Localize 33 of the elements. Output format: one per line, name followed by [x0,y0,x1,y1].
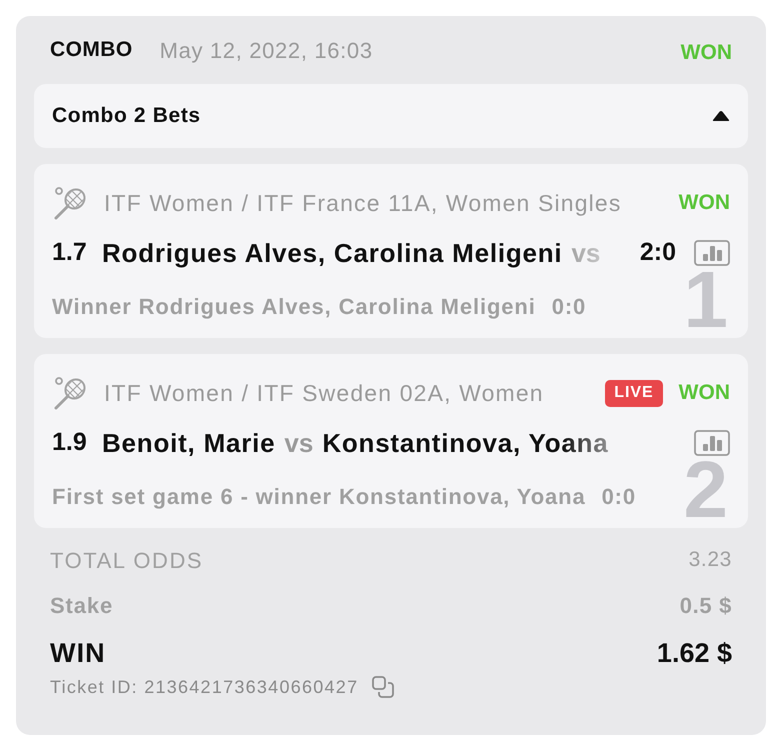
tennis-racket-icon [52,375,88,411]
ticket-status: WON [680,40,732,66]
bet-type: COMBO [50,37,133,64]
league-name: ITF Women / ITF France 11A, Women Singles [104,188,622,218]
live-badge: LIVE [605,380,663,406]
selection-score: 0:0 [552,292,586,320]
participant-name: Konstantinova, Yoana [322,426,609,460]
versus-label: vs [284,426,314,460]
bar-chart-icon[interactable] [694,430,730,456]
bet-odds: 1.7 [52,237,88,268]
tennis-racket-icon [52,185,88,221]
selection-text: Winner Rodrigues Alves, Carolina Meligeni [52,292,536,321]
match-score: 2:0 [640,237,676,268]
copy-icon[interactable] [372,676,394,698]
versus-label: vs [571,236,600,270]
participant-name: Benoit, Marie [102,426,276,460]
bar-chart-icon[interactable] [694,240,730,266]
selection-text: First set game 6 - winner Konstantinova, Yoana [52,482,586,511]
summary-label: Stake [50,592,114,620]
selection-score: 0:0 [602,482,636,510]
bets-toggle[interactable]: Combo 2 Bets [34,84,748,148]
bet-date: May 12, 2022, 16:03 [160,36,373,65]
ticket-id: Ticket ID: 2136421736340660427 [50,676,358,698]
participant-name: Rodrigues Alves, Carolina Meligeni [102,236,562,270]
bet-odds: 1.9 [52,427,88,458]
summary-value: 1.62 $ [656,636,732,670]
bet-status: WON [678,380,730,406]
summary-label: TOTAL ODDS [50,546,204,574]
summary-value: 0.5 $ [680,592,732,620]
summary-label: WIN [50,636,106,670]
league-name: ITF Women / ITF Sweden 02A, Women [104,378,544,408]
summary-value: 3.23 [688,547,732,574]
bet-status: WON [678,190,730,216]
